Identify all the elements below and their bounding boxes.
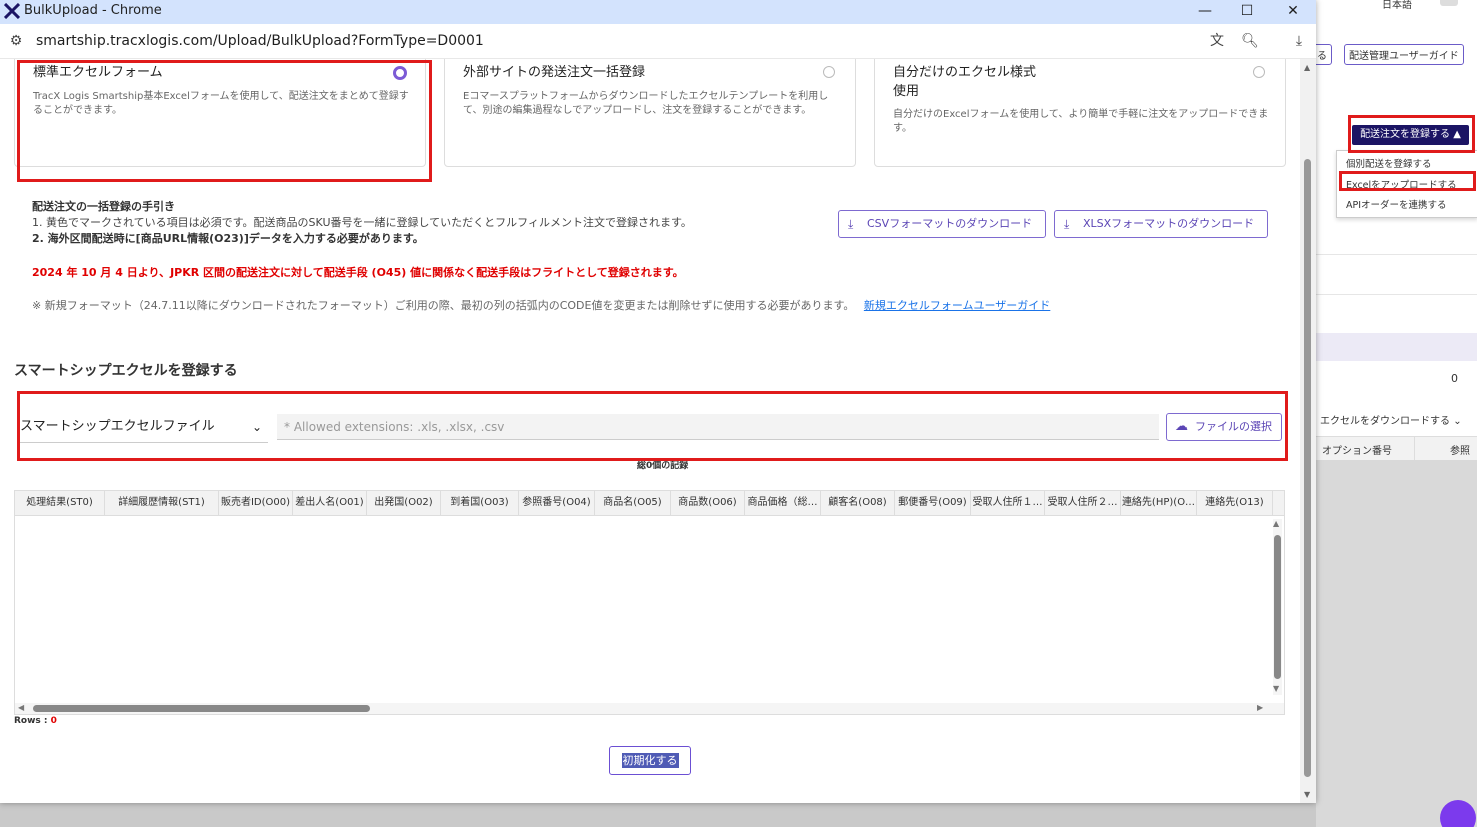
total-records: 総0個の記録 [637,461,689,471]
download-icon: ⤓ [1064,217,1070,231]
menu-item-api[interactable]: APIオーダーを連携する [1346,197,1447,211]
register-dropdown-menu: 個別配送を登録する Excelをアップロードする APIオーダーを連携する [1336,150,1477,218]
card-title: 自分だけのエクセル様式 使用 [893,65,1037,99]
download-icon[interactable]: ⤓ [1290,32,1308,50]
url-field[interactable]: smartship.tracxlogis.com/Upload/BulkUplo… [36,33,484,49]
page-vertical-scrollbar[interactable]: ▲ ▼ [1300,59,1316,803]
grid-vertical-scrollbar[interactable]: ▲ ▼ [1273,519,1282,695]
col-header[interactable]: 商品名(O05) [595,491,671,515]
register-order-button[interactable]: 配送注文を登録する ▲ [1352,125,1469,145]
background-app: 日本語 る 配送管理ユーザーガイド 配送注文を登録する ▲ 個別配送を登録する … [1316,0,1477,827]
delivery-guide-button[interactable]: 配送管理ユーザーガイド [1344,44,1464,65]
grid-horizontal-scrollbar[interactable]: ◀ ▶ [15,703,1284,714]
guide-note: ※ 新規フォーマット（24.7.11以降にダウンロードされたフォーマット）ご利用… [32,298,1050,314]
col-header[interactable]: 処理結果(ST0) [15,491,105,515]
new-excel-guide-link[interactable]: 新規エクセルフォームユーザーガイド [864,299,1050,312]
close-button[interactable]: ✕ [1270,0,1316,24]
col-header[interactable]: 受取人住所１… [971,491,1045,515]
upload-data-grid[interactable]: 処理結果(ST0) 詳細履歴情報(ST1) 販売者ID(O00) 差出人名(O0… [14,490,1285,715]
radio-standard-excel[interactable] [393,66,407,80]
card-standard-excel[interactable]: 標準エクセルフォーム TracX Logis Smartship基本Excelフ… [14,59,426,167]
col-header[interactable]: 参照番号(O04) [519,491,595,515]
card-desc: Eコマースプラットフォームからダウンロードしたエクセルテンプレートを利用して、別… [463,91,829,116]
col-header[interactable]: 商品価格（総… [745,491,821,515]
scroll-right-arrow-icon[interactable]: ▶ [1257,703,1263,712]
file-type-select[interactable]: スマートシップエクセルファイル ⌄ [20,414,268,443]
col-header[interactable]: 連絡先(HP)(O… [1121,491,1197,515]
guide-heading: 配送注文の一括登録の手引き [32,200,175,213]
bg-count: 0 [1451,372,1458,385]
col-header[interactable]: 顧客名(O08) [821,491,895,515]
tracx-logo-icon [4,3,20,19]
bg-col-option: オプション番号 [1322,446,1392,457]
address-bar: ⚙ smartship.tracxlogis.com/Upload/BulkUp… [0,24,1316,59]
guide-note-text: ※ 新規フォーマット（24.7.11以降にダウンロードされたフォーマット）ご利用… [32,299,855,312]
radio-custom-excel[interactable] [1253,66,1265,78]
cloud-upload-icon: ☁ [1175,419,1188,434]
chrome-window: BulkUpload - Chrome — ☐ ✕ ⚙ smartship.tr… [0,0,1316,803]
xlsx-download-button[interactable]: ⤓ XLSXフォーマットのダウンロード [1054,210,1268,238]
card-custom-excel[interactable]: 自分だけのエクセル様式 使用 自分だけのExcelフォームを使用して、より簡単で… [874,59,1286,167]
col-header[interactable]: 詳細履歴情報(ST1) [105,491,219,515]
download-icon: ⤓ [848,217,854,231]
grid-vscroll-thumb[interactable] [1274,535,1281,679]
rows-counter: Rows : 0 [14,716,57,726]
card-title: 標準エクセルフォーム [33,65,163,80]
download-excel-dropdown[interactable]: エクセルをダウンロードする ⌄ [1320,412,1462,427]
col-header[interactable]: 到着国(O03) [441,491,519,515]
reset-button[interactable]: 初期化する [609,746,691,775]
col-header[interactable]: 郵便番号(O09) [895,491,971,515]
radio-external-site[interactable] [823,66,835,78]
guide-line-1: 1. 黄色でマークされている項目は必須です。配送商品のSKU番号を一緒に登録して… [32,216,692,229]
page-scroll-thumb[interactable] [1304,159,1311,777]
scroll-left-arrow-icon[interactable]: ◀ [18,703,24,712]
upload-section-title: スマートシップエクセルを登録する [14,363,238,379]
bg-grid-header: オプション番号 参照 [1316,436,1477,462]
language-selector[interactable]: 日本語 [1382,0,1412,11]
col-header[interactable]: 連絡先(O13) [1197,491,1273,515]
bg-partial-button[interactable]: る [1316,44,1332,65]
col-header[interactable]: 商品数(O06) [671,491,745,515]
grid-hscroll-thumb[interactable] [33,705,370,712]
chat-icon[interactable] [1440,0,1458,6]
guide-line-2: 2. 海外区間配送時に[商品URL情報(O23)]データを入力する必要があります… [32,232,424,245]
menu-item-individual[interactable]: 個別配送を登録する [1346,156,1432,170]
menu-item-excel-upload[interactable]: Excelをアップロードする [1346,177,1457,191]
col-header[interactable]: 差出人名(O01) [293,491,367,515]
guide-warning: 2024 年 10 月 4 日より、JPKR 区間の配送注文に対して配送手段 (… [32,266,684,279]
scroll-down-arrow-icon[interactable]: ▼ [1273,684,1279,693]
zoom-icon[interactable]: 🔍︎ [1241,32,1259,50]
col-header[interactable]: 販売者ID(O00) [219,491,293,515]
bg-col-ref: 参照 [1450,446,1470,457]
site-info-icon[interactable]: ⚙ [7,32,25,50]
scroll-up-arrow-icon[interactable]: ▲ [1273,519,1279,528]
col-header[interactable]: 受取人住所２… [1045,491,1121,515]
chevron-down-icon: ⌄ [251,420,262,434]
minimize-button[interactable]: — [1182,0,1228,24]
page-scroll-up-icon[interactable]: ▲ [1304,63,1310,72]
card-desc: 自分だけのExcelフォームを使用して、より簡単で手軽に注文をアップロードできま… [893,109,1269,134]
card-desc: TracX Logis Smartship基本Excelフォームを使用して、配送… [33,91,409,116]
grid-header: 処理結果(ST0) 詳細履歴情報(ST1) 販売者ID(O00) 差出人名(O0… [15,491,1284,516]
maximize-button[interactable]: ☐ [1224,0,1270,24]
card-title: 外部サイトの発送注文一括登録 [463,65,646,80]
col-header[interactable]: 出発国(O02) [367,491,441,515]
title-bar: BulkUpload - Chrome — ☐ ✕ [0,0,1316,24]
chevron-down-icon: ⌄ [1453,416,1462,427]
bg-highlight-row [1316,333,1477,361]
translate-icon[interactable]: 文 [1208,32,1226,50]
window-title: BulkUpload - Chrome [24,3,162,18]
page-content: 標準エクセルフォーム TracX Logis Smartship基本Excelフ… [0,59,1300,803]
csv-download-button[interactable]: ⤓ CSVフォーマットのダウンロード [838,210,1046,238]
choose-file-button[interactable]: ☁ ファイルの選択 [1166,413,1282,441]
file-path-input[interactable]: * Allowed extensions: .xls, .xlsx, .csv [277,414,1159,440]
page-scroll-down-icon[interactable]: ▼ [1304,790,1310,799]
card-external-site[interactable]: 外部サイトの発送注文一括登録 Eコマースプラットフォームからダウンロードしたエク… [444,59,856,167]
